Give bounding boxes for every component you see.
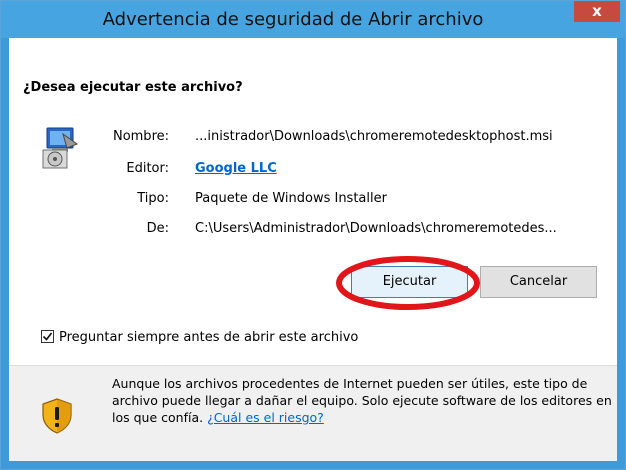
from-label: De: <box>146 221 169 236</box>
security-shield-icon <box>41 398 73 434</box>
type-label: Tipo: <box>137 191 169 206</box>
type-value: Paquete de Windows Installer <box>195 191 387 206</box>
publisher-link[interactable]: Google LLC <box>195 159 277 179</box>
from-row: De: C:\Users\Administrador\Downloads\chr… <box>9 219 617 239</box>
run-button[interactable]: Ejecutar <box>351 266 468 298</box>
cancel-button[interactable]: Cancelar <box>480 266 597 298</box>
always-ask-label: Preguntar siempre antes de abrir este ar… <box>59 330 359 345</box>
publisher-label: Editor: <box>126 161 169 176</box>
type-row: Tipo: Paquete de Windows Installer <box>9 189 617 209</box>
risk-link[interactable]: ¿Cuál es el riesgo? <box>207 410 324 425</box>
warning-text: Aunque los archivos procedentes de Inter… <box>112 376 612 425</box>
security-warning-dialog: Advertencia de seguridad de Abrir archiv… <box>0 0 626 470</box>
warning-message: Aunque los archivos procedentes de Inter… <box>112 375 612 426</box>
close-button[interactable]: x <box>574 1 620 22</box>
always-ask-checkbox-row[interactable]: Preguntar siempre antes de abrir este ar… <box>41 329 358 347</box>
always-ask-checkbox[interactable] <box>41 330 54 343</box>
from-value: C:\Users\Administrador\Downloads\chromer… <box>195 221 557 236</box>
title-bar[interactable]: Advertencia de seguridad de Abrir archiv… <box>1 1 625 38</box>
name-value: ...inistrador\Downloads\chromeremotedesk… <box>195 129 553 144</box>
name-row: Nombre: ...inistrador\Downloads\chromere… <box>9 127 617 147</box>
checkmark-icon <box>42 332 53 341</box>
name-label: Nombre: <box>112 129 169 144</box>
dialog-content: ¿Desea ejecutar este archivo? Nombre: ..… <box>9 38 617 461</box>
dialog-title: Advertencia de seguridad de Abrir archiv… <box>102 9 484 30</box>
publisher-row: Editor: Google LLC <box>9 159 617 179</box>
question-heading: ¿Desea ejecutar este archivo? <box>23 80 243 95</box>
